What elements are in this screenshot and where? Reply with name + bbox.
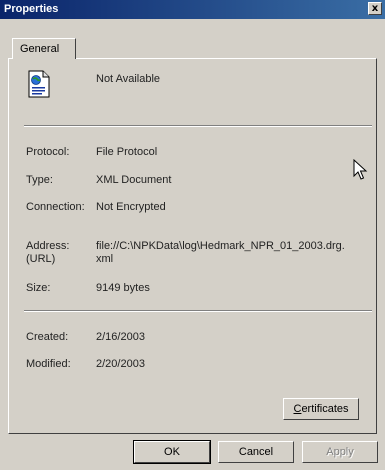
title-bar[interactable]: Properties x: [0, 0, 385, 19]
separator: [24, 125, 372, 127]
file-name: Not Available: [96, 73, 161, 85]
window-title: Properties: [4, 3, 59, 15]
xml-document-icon: [28, 70, 50, 98]
size-label: Size:: [26, 282, 51, 294]
protocol-value: File Protocol: [96, 146, 158, 158]
apply-button[interactable]: Apply: [302, 441, 378, 463]
modified-value: 2/20/2003: [96, 358, 145, 370]
tab-general-label: General: [20, 43, 60, 55]
connection-value: Not Encrypted: [96, 201, 166, 213]
connection-label: Connection:: [26, 201, 85, 213]
protocol-label: Protocol:: [26, 146, 70, 158]
separator: [24, 310, 372, 312]
modified-label: Modified:: [26, 358, 71, 370]
address-value-line2: xml: [96, 253, 114, 265]
address-value-line1: file://C:\NPKData\log\Hedmark_NPR_01_200…: [96, 240, 345, 252]
cancel-button[interactable]: Cancel: [218, 441, 294, 463]
ok-button[interactable]: OK: [133, 440, 211, 464]
type-label: Type:: [26, 174, 53, 186]
type-value: XML Document: [96, 174, 172, 186]
certificates-rest: ertificates: [301, 403, 349, 415]
tab-general[interactable]: General: [12, 38, 76, 59]
address-url-label: (URL): [26, 253, 56, 265]
close-button[interactable]: x: [368, 2, 382, 15]
certificates-button[interactable]: Certificates: [283, 398, 359, 420]
mouse-cursor-icon: [353, 159, 368, 180]
size-value: 9149 bytes: [96, 282, 150, 294]
created-label: Created:: [26, 331, 69, 343]
address-label: Address:: [26, 240, 70, 252]
created-value: 2/16/2003: [96, 331, 145, 343]
